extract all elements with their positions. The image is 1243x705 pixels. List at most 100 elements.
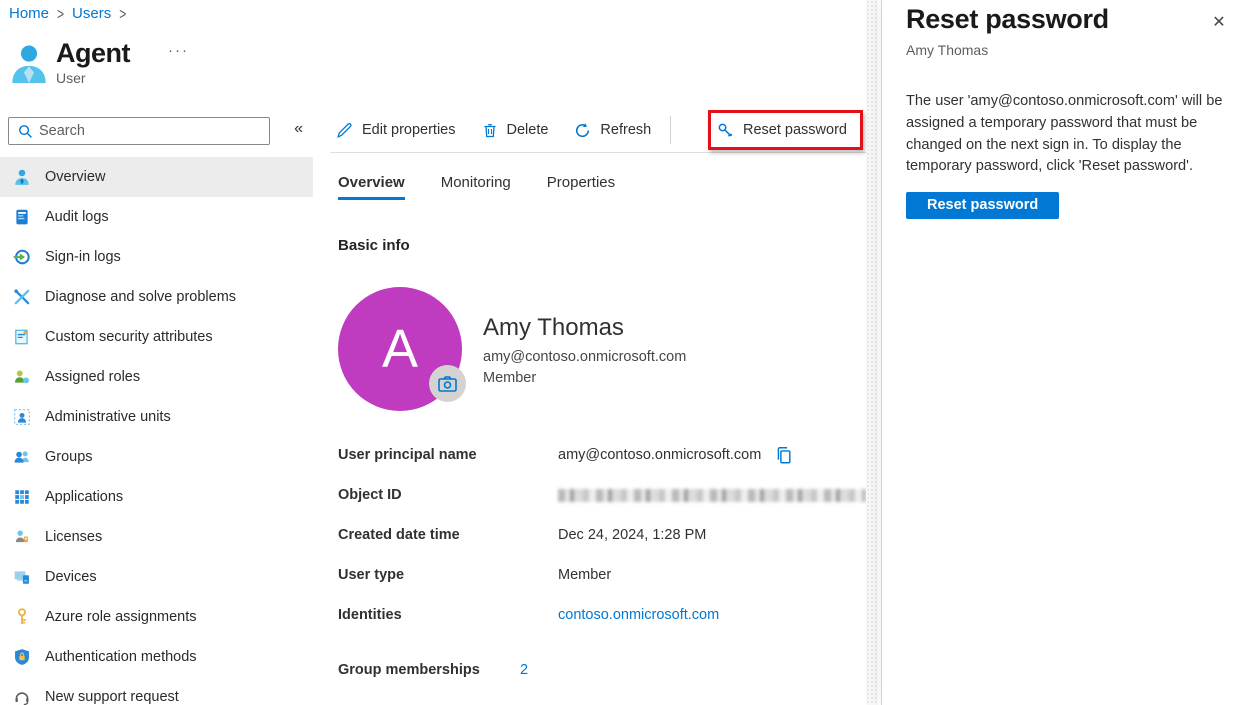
sidebar-item-authentication-methods[interactable]: Authentication methods [0, 637, 313, 677]
more-menu-button[interactable]: ··· [168, 42, 189, 59]
breadcrumb-home-link[interactable]: Home [9, 5, 49, 22]
devices-icon [13, 568, 31, 586]
tab-properties[interactable]: Properties [547, 174, 615, 200]
sidebar-item-overview[interactable]: Overview [0, 157, 313, 197]
sidebar-item-label: Devices [45, 569, 97, 585]
profile-name: Amy Thomas [483, 314, 686, 342]
user-avatar-icon [10, 42, 48, 86]
field-label: Identities [338, 607, 558, 623]
pencil-icon [336, 122, 353, 139]
refresh-icon [574, 122, 591, 139]
person-icon [13, 168, 31, 186]
edit-properties-button[interactable]: Edit properties [330, 113, 469, 147]
sidebar-item-label: Groups [45, 449, 93, 465]
support-headset-icon [13, 688, 31, 705]
sidebar-item-label: Overview [45, 169, 105, 185]
field-label: User principal name [338, 447, 558, 463]
sidebar-item-applications[interactable]: Applications [0, 477, 313, 517]
field-object-id: Object ID [338, 475, 866, 515]
reset-password-toolbar-label: Reset password [743, 122, 847, 138]
sidebar-item-label: Administrative units [45, 409, 171, 425]
sidebar-item-audit-logs[interactable]: Audit logs [0, 197, 313, 237]
sidebar: « Overview Audit logs Sign-in logs [0, 112, 313, 705]
sidebar-collapse-button[interactable]: « [294, 120, 303, 138]
profile-email: amy@contoso.onmicrosoft.com [483, 349, 686, 365]
reset-password-panel: ✕ Reset password Amy Thomas The user 'am… [881, 0, 1243, 705]
basic-info-heading: Basic info [338, 237, 866, 254]
delete-button[interactable]: Delete [469, 113, 562, 147]
sidebar-item-label: Custom security attributes [45, 329, 213, 345]
edit-properties-label: Edit properties [362, 122, 456, 138]
copy-icon[interactable] [775, 446, 793, 465]
breadcrumb-users-link[interactable]: Users [72, 5, 111, 22]
toolbar-divider-line [330, 152, 866, 153]
main-scrollbar[interactable] [866, 0, 878, 705]
group-memberships-count-link[interactable]: 2 [520, 662, 528, 678]
panel-title: Reset password [906, 4, 1221, 35]
field-value: Member [558, 567, 611, 583]
sidebar-item-new-support-request[interactable]: New support request [0, 677, 313, 705]
group-memberships-label: Group memberships [338, 662, 520, 678]
sidebar-item-label: Sign-in logs [45, 249, 121, 265]
profile-card: A Amy Thomas amy@contoso.onmicrosoft.com… [338, 287, 866, 411]
sidebar-item-administrative-units[interactable]: Administrative units [0, 397, 313, 437]
delete-label: Delete [507, 122, 549, 138]
licenses-icon [13, 528, 31, 546]
field-identities: Identities contoso.onmicrosoft.com [338, 595, 866, 635]
object-id-redacted-value [558, 489, 866, 502]
sidebar-item-custom-security-attributes[interactable]: Custom security attributes [0, 317, 313, 357]
gold-key-icon [13, 608, 31, 626]
assigned-roles-icon [13, 368, 31, 386]
reset-password-highlight: Reset password [708, 110, 863, 150]
trash-icon [482, 122, 498, 139]
field-value: Dec 24, 2024, 1:28 PM [558, 527, 706, 543]
sidebar-item-azure-role-assignments[interactable]: Azure role assignments [0, 597, 313, 637]
page-title: Agent [56, 38, 130, 69]
sidebar-item-licenses[interactable]: Licenses [0, 517, 313, 557]
basic-info-fields: User principal name amy@contoso.onmicros… [338, 435, 866, 635]
panel-description: The user 'amy@contoso.onmicrosoft.com' w… [906, 91, 1226, 178]
sidebar-item-label: Licenses [45, 529, 102, 545]
search-icon [18, 124, 33, 139]
refresh-label: Refresh [600, 122, 651, 138]
identities-link[interactable]: contoso.onmicrosoft.com [558, 607, 719, 623]
applications-grid-icon [13, 488, 31, 506]
command-bar: Edit properties Delete Refresh [330, 108, 866, 152]
sidebar-item-label: Applications [45, 489, 123, 505]
tab-overview[interactable]: Overview [338, 174, 405, 200]
search-input[interactable] [39, 123, 269, 139]
refresh-button[interactable]: Refresh [561, 113, 664, 147]
field-user-type: User type Member [338, 555, 866, 595]
main-content: Edit properties Delete Refresh [330, 108, 866, 678]
page-header: Agent ··· User [10, 38, 189, 86]
diagnose-tools-icon [13, 288, 31, 306]
tab-monitoring[interactable]: Monitoring [441, 174, 511, 200]
toolbar-divider [670, 116, 671, 144]
profile-role: Member [483, 370, 686, 386]
close-icon[interactable]: ✕ [1208, 11, 1230, 33]
groups-icon [13, 448, 31, 466]
sidebar-item-devices[interactable]: Devices [0, 557, 313, 597]
sidebar-item-assigned-roles[interactable]: Assigned roles [0, 357, 313, 397]
change-photo-button[interactable] [429, 365, 466, 402]
breadcrumb-separator-icon: > [49, 4, 72, 24]
sidebar-item-label: Audit logs [45, 209, 109, 225]
sidebar-item-label: Authentication methods [45, 649, 197, 665]
admin-units-icon [13, 408, 31, 426]
attributes-document-icon [13, 328, 31, 346]
field-user-principal-name: User principal name amy@contoso.onmicros… [338, 435, 866, 475]
group-memberships-row: Group memberships 2 [338, 662, 866, 678]
reset-password-button[interactable]: Reset password [906, 192, 1059, 219]
sidebar-item-label: Diagnose and solve problems [45, 289, 236, 305]
sign-in-logs-icon [13, 248, 31, 266]
breadcrumb: Home > Users > [9, 5, 134, 22]
sidebar-item-groups[interactable]: Groups [0, 437, 313, 477]
panel-subtitle: Amy Thomas [906, 42, 1221, 58]
key-icon [717, 122, 734, 139]
sidebar-search [8, 117, 270, 145]
sidebar-item-diagnose[interactable]: Diagnose and solve problems [0, 277, 313, 317]
tab-bar: Overview Monitoring Properties [338, 174, 866, 200]
reset-password-toolbar-button[interactable]: Reset password [711, 113, 860, 147]
sidebar-item-sign-in-logs[interactable]: Sign-in logs [0, 237, 313, 277]
field-value: amy@contoso.onmicrosoft.com [558, 447, 761, 463]
